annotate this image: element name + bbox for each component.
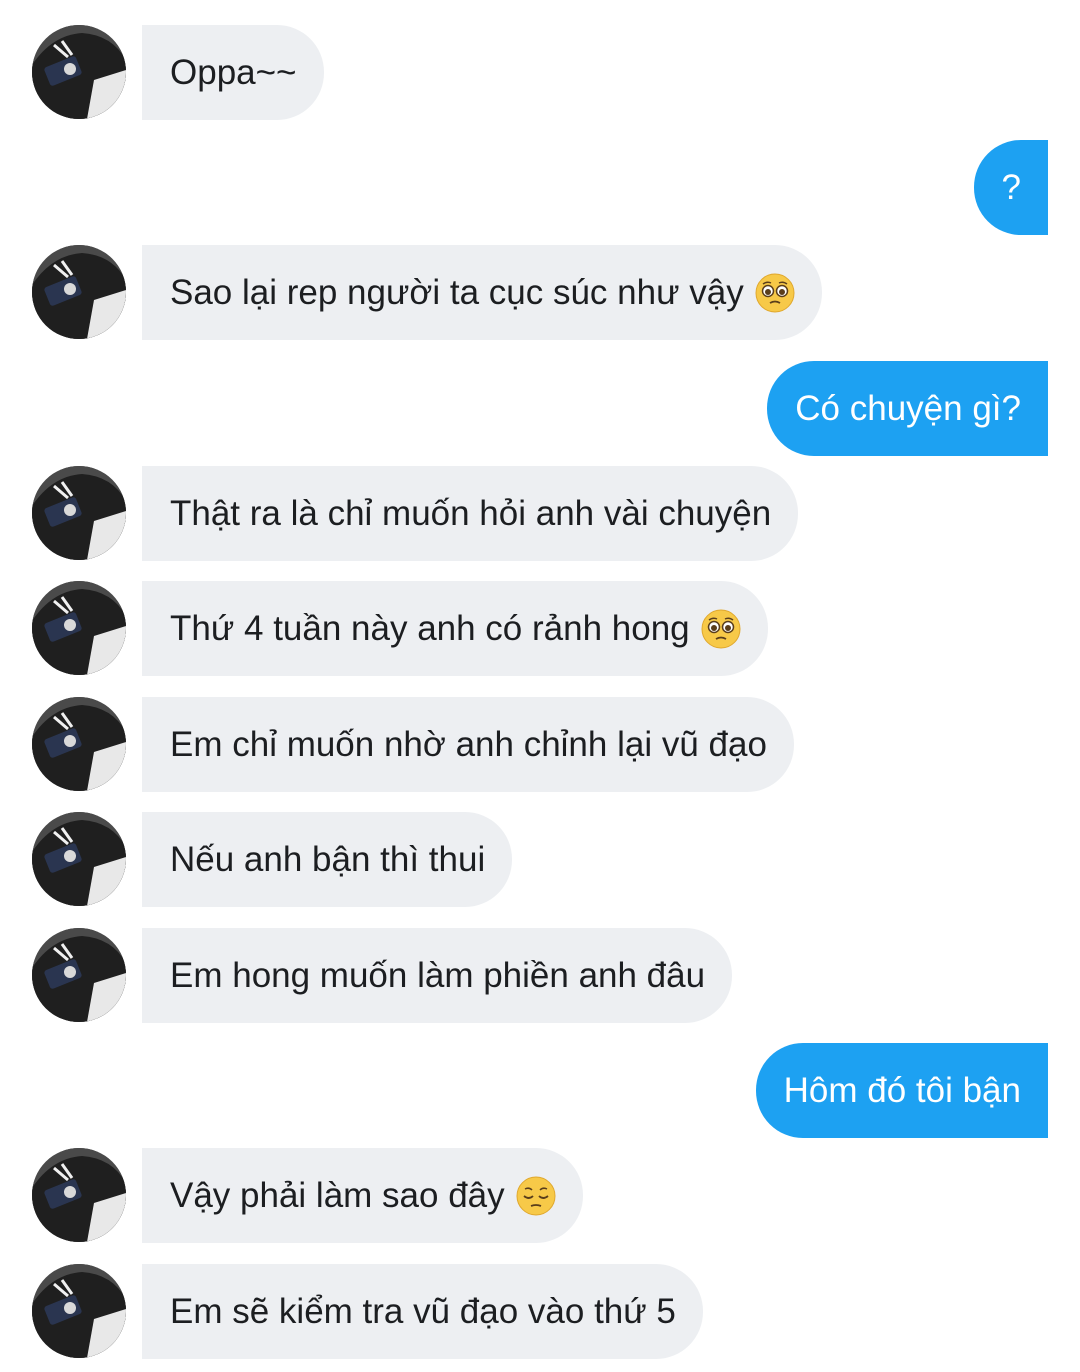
message-bubble[interactable]: ? <box>973 140 1048 235</box>
message-text: Nếu anh bận thì thui <box>170 840 486 879</box>
message-bubble[interactable]: Nếu anh bận thì thui <box>142 812 513 907</box>
contact-avatar[interactable] <box>32 466 126 560</box>
message-text: Em chỉ muốn nhờ anh chỉnh lại vũ đạo <box>170 725 767 764</box>
message-text: Có chuyện gì? <box>795 389 1021 428</box>
message-row-incoming: Em sẽ kiểm tra vũ đạo vào thứ 5 <box>0 1264 1080 1359</box>
message-text: Hôm đó tôi bận <box>783 1071 1021 1110</box>
message-text: Sao lại rep người ta cục súc như vậy <box>170 273 744 312</box>
message-bubble[interactable]: Hôm đó tôi bận <box>755 1043 1048 1138</box>
contact-avatar[interactable] <box>32 581 126 675</box>
message-bubble[interactable]: Em hong muốn làm phiền anh đâu <box>142 928 733 1023</box>
message-row-incoming: Nếu anh bận thì thui <box>0 812 1080 907</box>
message-text: ? <box>1001 168 1021 207</box>
message-row-incoming: Em hong muốn làm phiền anh đâu <box>0 928 1080 1023</box>
message-bubble[interactable]: Thật ra là chỉ muốn hỏi anh vài chuyện <box>142 466 799 561</box>
message-bubble[interactable]: Vậy phải làm sao đây <box>142 1148 583 1243</box>
contact-avatar[interactable] <box>32 245 126 339</box>
message-row-outgoing: Hôm đó tôi bận <box>0 1043 1080 1138</box>
message-row-outgoing: ? <box>0 140 1080 235</box>
message-text: Vậy phải làm sao đây <box>170 1176 505 1215</box>
message-row-incoming: Em chỉ muốn nhờ anh chỉnh lại vũ đạo <box>0 697 1080 792</box>
contact-avatar[interactable] <box>32 1264 126 1358</box>
contact-avatar[interactable] <box>32 928 126 1022</box>
message-bubble[interactable]: Em chỉ muốn nhờ anh chỉnh lại vũ đạo <box>142 697 794 792</box>
contact-avatar[interactable] <box>32 697 126 791</box>
message-bubble[interactable]: Em sẽ kiểm tra vũ đạo vào thứ 5 <box>142 1264 703 1359</box>
message-row-incoming: Thứ 4 tuần này anh có rảnh hong <box>0 581 1080 676</box>
message-text: Em hong muốn làm phiền anh đâu <box>170 956 706 995</box>
message-bubble[interactable]: Thứ 4 tuần này anh có rảnh hong <box>142 581 768 676</box>
message-row-incoming: Thật ra là chỉ muốn hỏi anh vài chuyện <box>0 466 1080 561</box>
message-text: Thật ra là chỉ muốn hỏi anh vài chuyện <box>170 494 772 533</box>
message-bubble[interactable]: Sao lại rep người ta cục súc như vậy <box>142 245 822 340</box>
message-bubble[interactable]: Có chuyện gì? <box>767 361 1048 456</box>
pleading-face-icon <box>755 273 795 313</box>
message-row-incoming: Oppa~~ <box>0 25 1080 120</box>
message-row-incoming: Sao lại rep người ta cục súc như vậy <box>0 245 1080 340</box>
message-row-outgoing: Có chuyện gì? <box>0 361 1080 456</box>
contact-avatar[interactable] <box>32 1148 126 1242</box>
message-bubble[interactable]: Oppa~~ <box>142 25 324 120</box>
contact-avatar[interactable] <box>32 25 126 119</box>
message-text: Oppa~~ <box>170 53 297 92</box>
message-text: Em sẽ kiểm tra vũ đạo vào thứ 5 <box>170 1292 676 1331</box>
pleading-face-icon <box>701 609 741 649</box>
contact-avatar[interactable] <box>32 812 126 906</box>
pensive-face-icon <box>516 1176 556 1216</box>
message-row-incoming: Vậy phải làm sao đây <box>0 1148 1080 1243</box>
message-text: Thứ 4 tuần này anh có rảnh hong <box>170 609 690 648</box>
